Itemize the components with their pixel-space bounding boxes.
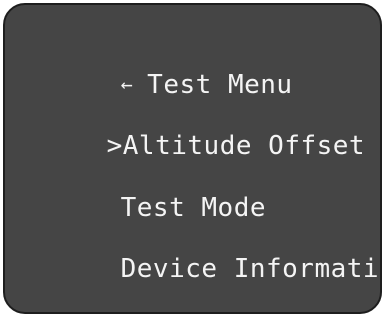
selection-cursor-icon: > xyxy=(106,131,123,161)
lcd-screen: ← Test Menu >Altitude Offset Test Mode De… xyxy=(3,3,382,314)
menu-title: Test Menu xyxy=(147,70,293,100)
back-arrow-icon[interactable]: ← xyxy=(121,68,134,100)
menu-item-label: Device Information xyxy=(120,254,380,284)
menu-item-device-information[interactable]: Device Information xyxy=(56,221,380,312)
menu-item-label: Altitude Offset xyxy=(122,131,366,161)
menu-item-label: Test Mode xyxy=(120,193,267,223)
